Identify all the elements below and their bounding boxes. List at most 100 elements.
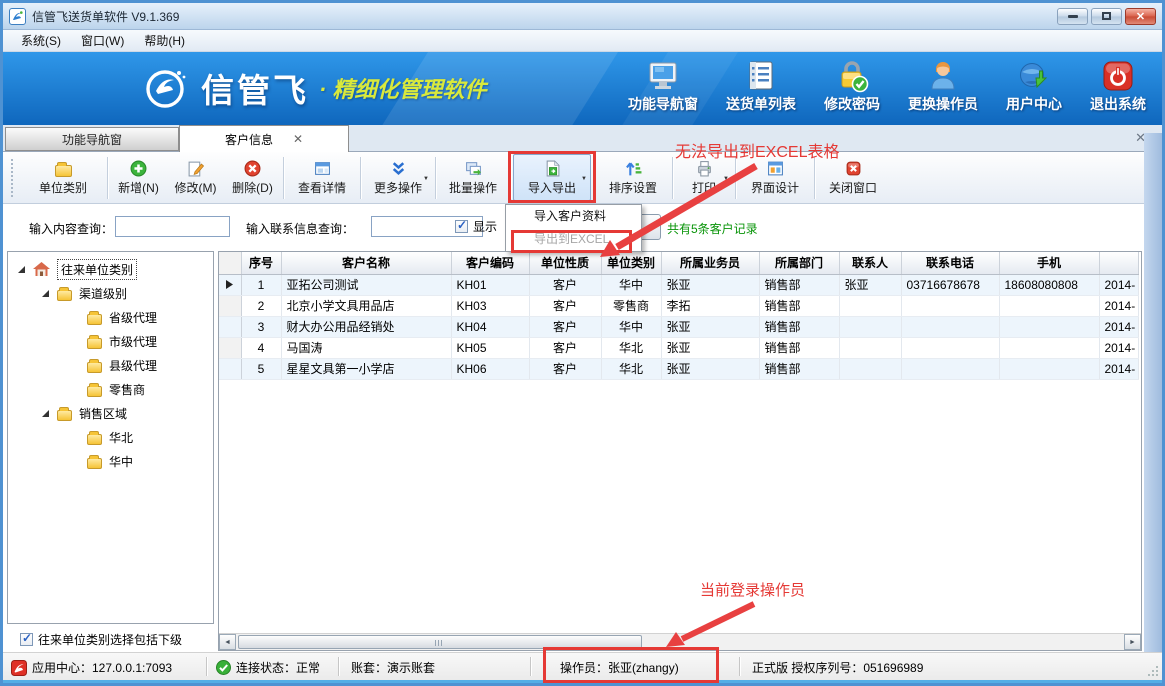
col-header[interactable]: 单位性质 bbox=[529, 252, 601, 274]
include-sub-checkbox[interactable] bbox=[20, 633, 33, 646]
tree-item[interactable]: 华中 bbox=[8, 449, 213, 473]
toolbar-grip[interactable] bbox=[11, 159, 14, 197]
table-row[interactable]: 2北京小学文具用品店KH03客户零售商李拓销售部2014- bbox=[219, 295, 1138, 316]
table-row[interactable]: 3财大办公用品经销处KH04客户华中张亚销售部2014- bbox=[219, 316, 1138, 337]
sort-icon bbox=[625, 160, 642, 177]
tree-item[interactable]: 县级代理 bbox=[8, 353, 213, 377]
tree-item[interactable]: 华北 bbox=[8, 425, 213, 449]
col-header[interactable]: 单位类别 bbox=[601, 252, 661, 274]
toolbar-sort-settings[interactable]: 排序设置 bbox=[596, 154, 670, 201]
expander-icon[interactable] bbox=[17, 265, 26, 274]
content-query-input[interactable] bbox=[115, 216, 230, 237]
menu-item-import-customers[interactable]: 导入客户资料 bbox=[506, 205, 641, 228]
title-bar: 信管飞送货单软件 V9.1.369 ✕ bbox=[3, 3, 1162, 30]
col-header[interactable]: 所属部门 bbox=[759, 252, 839, 274]
col-header[interactable]: 联系人 bbox=[839, 252, 901, 274]
col-header[interactable]: 客户名称 bbox=[281, 252, 451, 274]
close-button[interactable]: ✕ bbox=[1125, 8, 1156, 25]
scroll-right-icon[interactable]: ► bbox=[1124, 634, 1141, 650]
banner-action-change-password[interactable]: 修改密码 bbox=[824, 59, 880, 114]
customer-table: 序号 客户名称 客户编码 单位性质 单位类别 所属业务员 所属部门 联系人 联系… bbox=[219, 252, 1139, 380]
tab-nav-window[interactable]: 功能导航窗 bbox=[5, 127, 179, 151]
col-header[interactable]: 联系电话 bbox=[901, 252, 999, 274]
contact-query-label: 输入联系信息查询： bbox=[246, 220, 354, 237]
toolbar-separator bbox=[735, 157, 736, 199]
table-row[interactable]: 5星星文具第一小学店KH06客户华北张亚销售部2014- bbox=[219, 358, 1138, 379]
horizontal-scrollbar[interactable]: ◄ ► bbox=[219, 633, 1141, 650]
current-row-icon bbox=[226, 280, 233, 289]
tree-item[interactable]: 销售区域 bbox=[8, 401, 213, 425]
tab-strip: 功能导航窗 客户信息✕ ✕ bbox=[3, 125, 1162, 152]
col-header[interactable] bbox=[1099, 252, 1138, 274]
add-icon bbox=[130, 160, 147, 177]
toolbar-batch-actions[interactable]: 批量操作 bbox=[438, 154, 508, 201]
row-selector[interactable] bbox=[219, 358, 241, 379]
status-account: 账套：演示账套 bbox=[351, 659, 435, 676]
app-center-icon bbox=[11, 660, 27, 676]
connection-ok-icon bbox=[216, 660, 231, 675]
toolbar-edit[interactable]: 修改(M) bbox=[167, 154, 224, 201]
table-row[interactable]: 1亚拓公司测试KH01客户华中张亚销售部张亚037166786781860808… bbox=[219, 274, 1138, 295]
menu-item-export-excel[interactable]: 导出到EXCEL bbox=[506, 228, 641, 251]
tab-customer-info[interactable]: 客户信息✕ bbox=[179, 125, 349, 152]
toolbar-separator bbox=[435, 157, 436, 199]
banner-action-user-center[interactable]: 用户中心 bbox=[1006, 59, 1062, 114]
header-selector bbox=[219, 252, 241, 274]
banner-action-delivery-list[interactable]: 送货单列表 bbox=[726, 59, 796, 114]
folder-icon bbox=[87, 362, 102, 373]
restore-button[interactable] bbox=[1091, 8, 1122, 25]
menu-system[interactable]: 系统(S) bbox=[11, 30, 71, 51]
scroll-left-icon[interactable]: ◄ bbox=[219, 634, 236, 650]
dropdown-arrow-icon bbox=[423, 176, 430, 182]
toolbar-view-detail[interactable]: 查看详情 bbox=[286, 154, 358, 201]
expander-icon[interactable] bbox=[41, 409, 50, 418]
table-row[interactable]: 4马国涛KH05客户华北张亚销售部2014- bbox=[219, 337, 1138, 358]
toolbar-import-export[interactable]: 导入导出 bbox=[513, 154, 591, 201]
toolbar-delete[interactable]: 删除(D) bbox=[224, 154, 281, 201]
power-icon bbox=[1101, 59, 1135, 93]
dropdown-arrow-icon bbox=[581, 176, 588, 182]
brand-slogan: 精细化管理软件 bbox=[332, 77, 486, 102]
row-selector[interactable] bbox=[219, 295, 241, 316]
col-header[interactable]: 手机 bbox=[999, 252, 1099, 274]
toolbar-more-actions[interactable]: 更多操作 bbox=[363, 154, 433, 201]
content-query-label: 输入内容查询： bbox=[29, 220, 113, 237]
toolbar-unit-category[interactable]: 单位类别 bbox=[21, 154, 105, 201]
row-selector[interactable] bbox=[219, 274, 241, 295]
row-selector[interactable] bbox=[219, 337, 241, 358]
toolbar-add[interactable]: 新增(N) bbox=[110, 154, 167, 201]
import-export-icon bbox=[544, 160, 561, 177]
banner-action-exit[interactable]: 退出系统 bbox=[1090, 59, 1146, 114]
tab-close-icon[interactable]: ✕ bbox=[293, 132, 303, 146]
toolbar: 单位类别 新增(N) 修改(M) 删除(D) 查看详情 更多操作 批量操作 导入… bbox=[3, 152, 1144, 204]
banner-action-nav[interactable]: 功能导航窗 bbox=[628, 59, 698, 114]
expander-icon[interactable] bbox=[41, 289, 50, 298]
toolbar-separator bbox=[360, 157, 361, 199]
scrollbar-thumb[interactable] bbox=[238, 635, 642, 649]
tree-item[interactable]: 省级代理 bbox=[8, 305, 213, 329]
show-checkbox[interactable] bbox=[455, 220, 468, 233]
customer-grid-panel: 序号 客户名称 客户编码 单位性质 单位类别 所属业务员 所属部门 联系人 联系… bbox=[218, 251, 1142, 651]
brand-dot: · bbox=[319, 77, 326, 102]
resize-grip[interactable] bbox=[1147, 665, 1159, 677]
status-license: 正式版 授权序列号：051696989 bbox=[752, 659, 923, 676]
menu-window[interactable]: 窗口(W) bbox=[71, 30, 134, 51]
toolbar-separator bbox=[672, 157, 673, 199]
col-header[interactable]: 所属业务员 bbox=[661, 252, 759, 274]
brand-banner: 信管飞 · 精细化管理软件 功能导航窗 送货单列表 修改密码 更换操作员 bbox=[3, 52, 1162, 125]
row-selector[interactable] bbox=[219, 316, 241, 337]
close-icon: ✕ bbox=[1136, 10, 1145, 23]
folder-icon bbox=[57, 290, 72, 301]
menu-help[interactable]: 帮助(H) bbox=[134, 30, 195, 51]
tree-item[interactable]: 渠道级别 bbox=[8, 281, 213, 305]
tree-item[interactable]: 零售商 bbox=[8, 377, 213, 401]
folder-icon bbox=[87, 386, 102, 397]
col-header[interactable]: 客户编码 bbox=[451, 252, 529, 274]
tree-item[interactable]: 市级代理 bbox=[8, 329, 213, 353]
col-header[interactable]: 序号 bbox=[241, 252, 281, 274]
show-checkbox-label: 显示 bbox=[473, 218, 497, 235]
banner-action-switch-operator[interactable]: 更换操作员 bbox=[908, 59, 978, 114]
folder-icon bbox=[87, 338, 102, 349]
tree-item-root[interactable]: 往来单位类别 bbox=[8, 257, 213, 281]
minimize-button[interactable] bbox=[1057, 8, 1088, 25]
